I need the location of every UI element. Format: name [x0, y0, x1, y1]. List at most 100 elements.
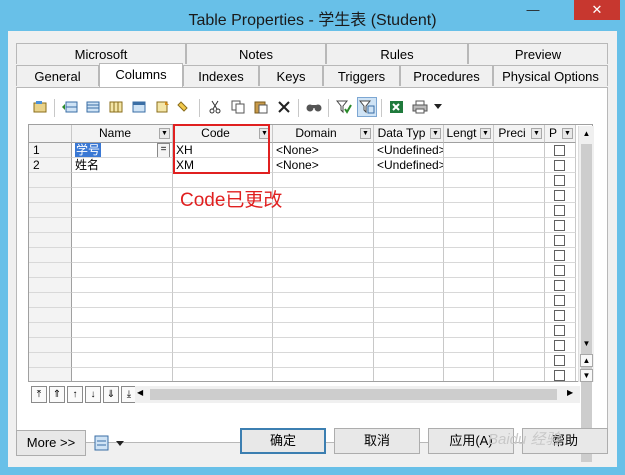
equals-button[interactable]: =: [157, 143, 170, 157]
chevron-down-icon[interactable]: ▼: [531, 128, 542, 139]
tab-preview[interactable]: Preview: [468, 43, 608, 64]
table-cell-code[interactable]: [173, 218, 273, 233]
row-number[interactable]: [29, 218, 72, 233]
table-cell-code[interactable]: [173, 263, 273, 278]
table-cell-precision[interactable]: [494, 188, 545, 203]
menu-dropdown-icon[interactable]: [94, 434, 128, 452]
row-number[interactable]: [29, 308, 72, 323]
table-cell-datatype[interactable]: [374, 233, 444, 248]
table-cell-datatype[interactable]: [374, 173, 444, 188]
table-cell-precision[interactable]: [494, 293, 545, 308]
table-cell-length[interactable]: [444, 173, 494, 188]
move-page-up-icon[interactable]: ⇑: [49, 386, 65, 403]
table-cell-domain[interactable]: [273, 203, 374, 218]
table-cell-code[interactable]: [173, 278, 273, 293]
table-cell-name[interactable]: [72, 203, 173, 218]
table-cell-code[interactable]: [173, 323, 273, 338]
header-domain[interactable]: Domain ▼: [273, 125, 374, 143]
row-number[interactable]: [29, 188, 72, 203]
primary-key-checkbox[interactable]: [554, 145, 565, 156]
primary-key-checkbox[interactable]: [554, 310, 565, 321]
table-cell-length[interactable]: [444, 293, 494, 308]
clear-icon[interactable]: [175, 97, 195, 117]
table-cell-datatype[interactable]: [374, 263, 444, 278]
table-cell-domain[interactable]: [273, 353, 374, 368]
table-cell-name[interactable]: 姓名: [72, 158, 173, 173]
table-cell-domain[interactable]: [273, 308, 374, 323]
row-number[interactable]: 2: [29, 158, 72, 173]
table-cell-precision[interactable]: [494, 203, 545, 218]
move-page-down-icon[interactable]: ⇓: [103, 386, 119, 403]
table-cell-precision[interactable]: [494, 338, 545, 353]
table-cell-name[interactable]: [72, 368, 173, 381]
paste-icon[interactable]: [251, 97, 271, 117]
chevron-down-icon[interactable]: ▼: [562, 128, 573, 139]
primary-key-checkbox[interactable]: [554, 175, 565, 186]
table-cell-name[interactable]: [72, 323, 173, 338]
move-up-icon[interactable]: ↑: [67, 386, 83, 403]
table-cell-name[interactable]: [72, 248, 173, 263]
chevron-down-icon[interactable]: ▼: [480, 128, 491, 139]
table-cell-domain[interactable]: <None>: [273, 143, 374, 158]
table-cell-name[interactable]: [72, 338, 173, 353]
primary-key-checkbox[interactable]: [554, 220, 565, 231]
domain-icon[interactable]: [152, 97, 172, 117]
header-precision[interactable]: Preci ▼: [494, 125, 545, 143]
title-bar[interactable]: Table Properties - 学生表 (Student) — ✕: [0, 0, 625, 32]
header-primary[interactable]: P ▼: [545, 125, 576, 143]
insert-row-icon[interactable]: [60, 97, 80, 117]
row-number[interactable]: [29, 248, 72, 263]
table-cell-name[interactable]: [72, 278, 173, 293]
row-number[interactable]: [29, 173, 72, 188]
table-cell-domain[interactable]: [273, 323, 374, 338]
find-icon[interactable]: [304, 97, 324, 117]
minimize-button[interactable]: —: [520, 0, 546, 20]
filter-icon[interactable]: [334, 97, 354, 117]
table-cell-datatype[interactable]: [374, 203, 444, 218]
table-cell-code[interactable]: [173, 293, 273, 308]
close-button[interactable]: ✕: [574, 0, 620, 20]
primary-key-checkbox[interactable]: [554, 250, 565, 261]
primary-key-checkbox[interactable]: [554, 370, 565, 381]
table-cell-precision[interactable]: [494, 353, 545, 368]
table-cell-name[interactable]: [72, 353, 173, 368]
row-number[interactable]: [29, 353, 72, 368]
table-cell-datatype[interactable]: <Undefined>: [374, 143, 444, 158]
table-cell-name[interactable]: [72, 233, 173, 248]
table-cell-name[interactable]: 学号 =: [72, 143, 173, 158]
tab-columns[interactable]: Columns: [99, 63, 183, 87]
table-cell-name[interactable]: [72, 188, 173, 203]
table-cell-datatype[interactable]: [374, 218, 444, 233]
table-cell-precision[interactable]: [494, 263, 545, 278]
table-cell-length[interactable]: [444, 338, 494, 353]
table-cell-precision[interactable]: [494, 323, 545, 338]
row-number[interactable]: [29, 278, 72, 293]
table-cell-length[interactable]: [444, 218, 494, 233]
scroll-left-icon[interactable]: ◀: [137, 388, 143, 397]
row-number[interactable]: [29, 233, 72, 248]
header-datatype[interactable]: Data Typ ▼: [374, 125, 444, 143]
table-cell-code[interactable]: [173, 248, 273, 263]
table-cell-name[interactable]: [72, 173, 173, 188]
table-cell-domain[interactable]: [273, 188, 374, 203]
table-cell-length[interactable]: [444, 233, 494, 248]
scroll-thumb[interactable]: [150, 389, 557, 400]
table-cell-length[interactable]: [444, 203, 494, 218]
table-cell-domain[interactable]: [273, 278, 374, 293]
primary-key-checkbox[interactable]: [554, 205, 565, 216]
more-button[interactable]: More >>: [16, 430, 86, 456]
scroll-page-down-icon[interactable]: ▼: [580, 369, 593, 382]
table-cell-precision[interactable]: [494, 218, 545, 233]
scroll-page-up-icon[interactable]: ▲: [580, 354, 593, 367]
table-cell-domain[interactable]: <None>: [273, 158, 374, 173]
table-cell-datatype[interactable]: [374, 353, 444, 368]
horizontal-scrollbar[interactable]: ◀ ▶: [135, 386, 580, 403]
table-cell-domain[interactable]: [273, 368, 374, 381]
table-cell-code[interactable]: [173, 308, 273, 323]
row-number[interactable]: [29, 263, 72, 278]
tab-triggers[interactable]: Triggers: [323, 65, 400, 86]
move-down-icon[interactable]: ↓: [85, 386, 101, 403]
table-cell-precision[interactable]: [494, 368, 545, 381]
table-cell-datatype[interactable]: [374, 308, 444, 323]
header-name[interactable]: Name ▼: [72, 125, 173, 143]
